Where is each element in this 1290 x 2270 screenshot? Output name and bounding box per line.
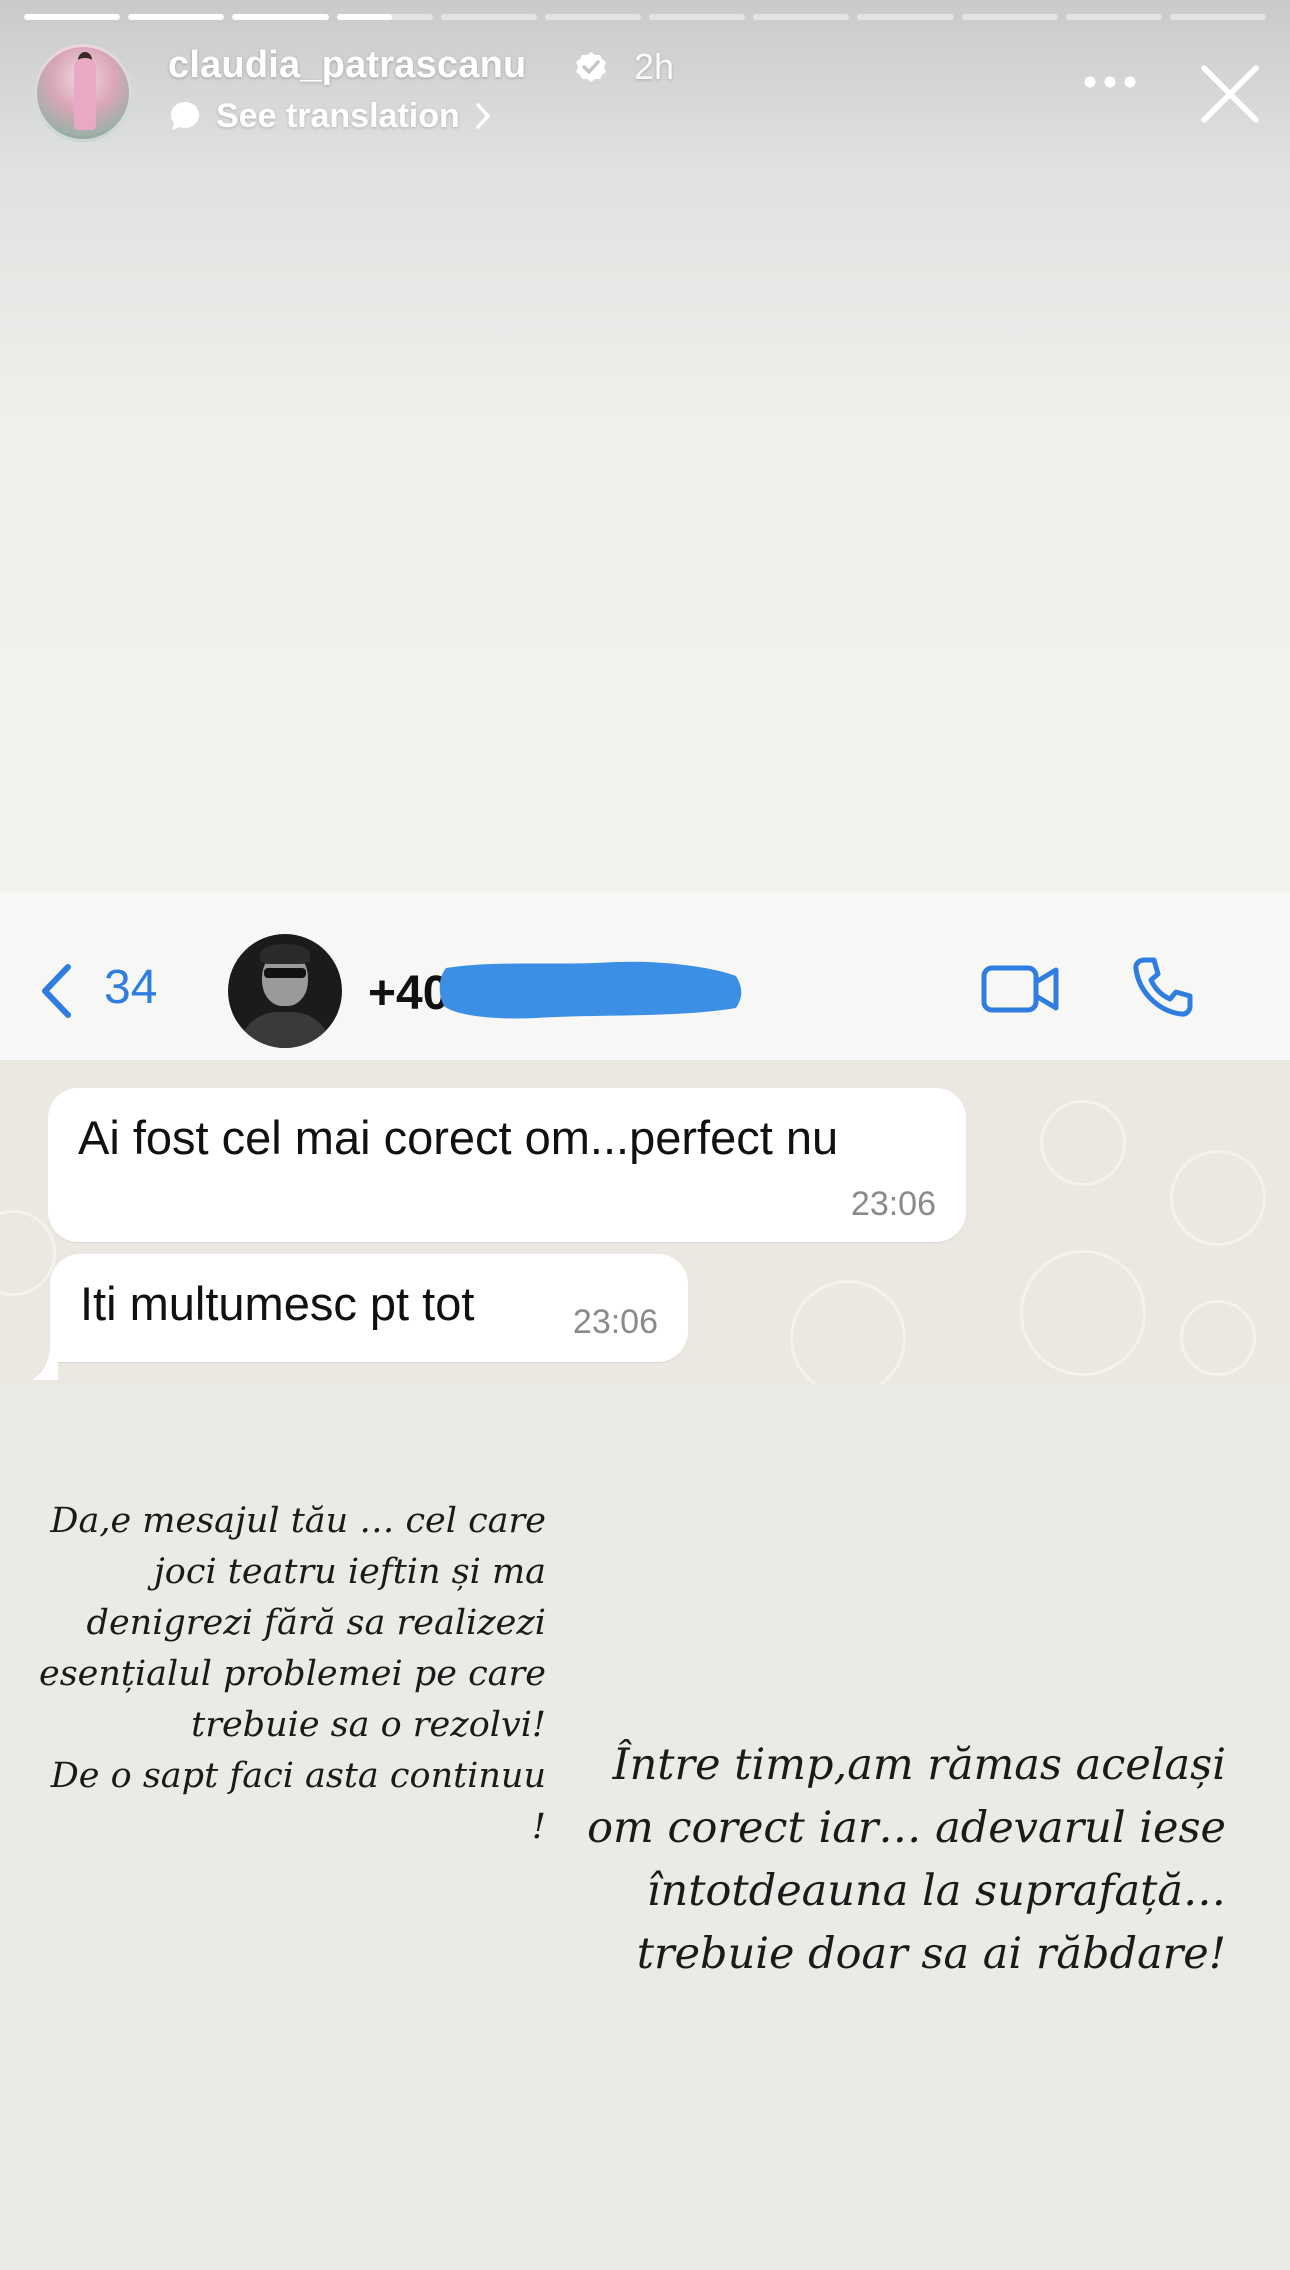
verified-badge-icon xyxy=(576,52,606,82)
wallpaper-doodle xyxy=(1180,1300,1256,1376)
story-progress-fill xyxy=(232,14,329,20)
story-progress-fill xyxy=(24,14,121,20)
story-progress-segment xyxy=(232,14,329,20)
wallpaper-doodle xyxy=(790,1280,906,1384)
story-progress-segment xyxy=(128,14,225,20)
phone-call-icon[interactable] xyxy=(1130,954,1196,1020)
unread-count[interactable]: 34 xyxy=(104,960,157,1015)
story-progress-fill xyxy=(128,14,225,20)
avatar-figure-dress xyxy=(74,58,96,130)
story-progress-fill xyxy=(336,14,393,20)
see-translation-label: See translation xyxy=(216,96,460,135)
story-progress-segment xyxy=(961,14,1058,20)
story-progress-bar xyxy=(24,14,1267,20)
story-text-area: Da,e mesajul tău … cel care joci teatru … xyxy=(0,1384,1290,2270)
contact-avatar-hair xyxy=(260,944,310,964)
story-progress-segment xyxy=(24,14,121,20)
story-progress-segment xyxy=(857,14,954,20)
more-options-icon[interactable] xyxy=(1082,72,1138,92)
wallpaper-doodle xyxy=(0,1210,56,1296)
message-tail xyxy=(32,1350,58,1380)
message-bubble[interactable]: Ai fost cel mai corect om...perfect nu 2… xyxy=(48,1088,966,1242)
contact-avatar-glasses xyxy=(264,968,306,978)
story-progress-segment xyxy=(649,14,746,20)
story-progress-segment xyxy=(440,14,537,20)
story-caption-right: Între timp,am rămas același om corect ia… xyxy=(587,1740,1226,1979)
message-time: 23:06 xyxy=(850,1185,936,1223)
wallpaper-doodle xyxy=(1040,1100,1126,1186)
video-call-icon[interactable] xyxy=(980,960,1060,1018)
contact-avatar[interactable] xyxy=(228,934,342,1048)
message-time: 23:06 xyxy=(572,1303,658,1341)
close-icon[interactable] xyxy=(1198,62,1262,126)
story-progress-segment xyxy=(1169,14,1267,20)
chat-area: Ai fost cel mai corect om...perfect nu 2… xyxy=(0,1060,1290,1384)
story-progress-segment xyxy=(1065,14,1162,20)
back-chevron-icon[interactable] xyxy=(38,962,74,1020)
story-progress-segment xyxy=(544,14,642,20)
story-progress-segment xyxy=(336,14,433,20)
story-caption-left: Da,e mesajul tău … cel care joci teatru … xyxy=(38,1501,546,1847)
redaction-scribble xyxy=(439,961,742,1019)
message-text: Iti multumesc pt tot xyxy=(80,1277,475,1330)
wallpaper-doodle xyxy=(1170,1150,1266,1246)
chat-header: 34 +40 xyxy=(0,892,1290,1062)
translate-bubble-icon xyxy=(171,102,199,130)
message-bubble[interactable]: Iti multumesc pt tot 23:06 xyxy=(50,1254,688,1362)
username[interactable]: claudia_patrascanu xyxy=(168,44,526,87)
contact-avatar-body xyxy=(238,1012,332,1048)
chevron-right-icon xyxy=(476,103,490,129)
message-text: Ai fost cel mai corect om...perfect nu xyxy=(78,1111,839,1164)
wallpaper-doodle xyxy=(1020,1250,1146,1376)
see-translation-button[interactable]: See translation xyxy=(168,96,492,136)
profile-avatar[interactable] xyxy=(34,44,132,142)
story-age: 2h xyxy=(634,46,675,87)
story-progress-segment xyxy=(753,14,850,20)
